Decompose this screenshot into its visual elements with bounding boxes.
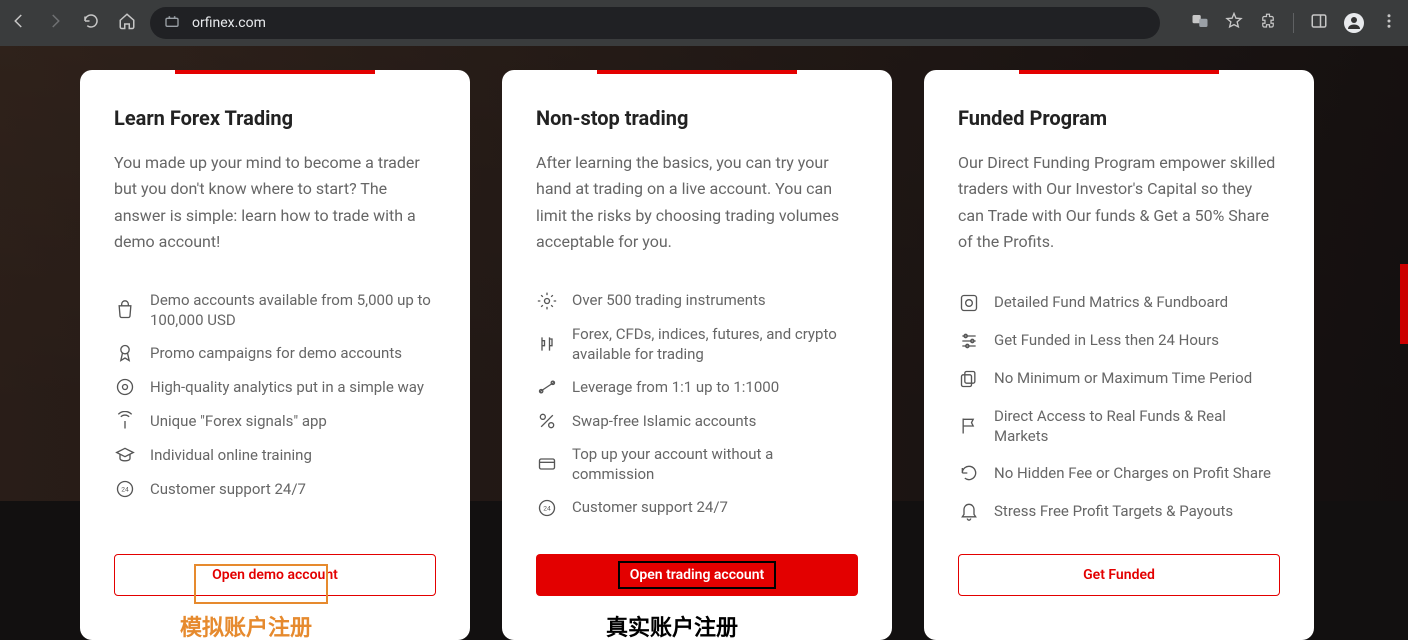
open-trading-button[interactable]: Open trading account <box>536 554 858 596</box>
list-item: No Hidden Fee or Charges on Profit Share <box>958 454 1280 492</box>
card-description: Our Direct Funding Program empower skill… <box>958 150 1280 256</box>
site-info-icon[interactable] <box>164 13 180 33</box>
back-icon[interactable] <box>10 12 28 34</box>
list-item: 24Customer support 24/7 <box>536 491 858 525</box>
list-item: 24Customer support 24/7 <box>114 472 436 506</box>
flag-icon <box>958 415 980 437</box>
card-funded-program: Funded Program Our Direct Funding Progra… <box>924 70 1314 640</box>
card-accent <box>175 70 375 74</box>
card-nonstop-trading: Non-stop trading After learning the basi… <box>502 70 892 640</box>
reload-icon[interactable] <box>82 12 100 34</box>
list-item: Demo accounts available from 5,000 up to… <box>114 284 436 337</box>
list-item: Individual online training <box>114 438 436 472</box>
list-item: Forex, CFDs, indices, futures, and crypt… <box>536 318 858 371</box>
sliders-icon <box>958 330 980 352</box>
open-demo-button[interactable]: Open demo account <box>114 554 436 596</box>
clock-icon: 24 <box>536 497 558 519</box>
card-title: Learn Forex Trading <box>114 106 436 130</box>
get-funded-button[interactable]: Get Funded <box>958 554 1280 596</box>
list-item: Detailed Fund Matrics & Fundboard <box>958 284 1280 322</box>
list-item: Get Funded in Less then 24 Hours <box>958 322 1280 360</box>
button-label: Open trading account <box>618 561 777 589</box>
list-item: Swap-free Islamic accounts <box>536 404 858 438</box>
card-title: Non-stop trading <box>536 106 858 130</box>
percent-icon <box>536 410 558 432</box>
svg-text:24: 24 <box>543 504 551 512</box>
button-label: Get Funded <box>1083 567 1155 583</box>
card-title: Funded Program <box>958 106 1280 130</box>
bell-icon <box>958 500 980 522</box>
page: Learn Forex Trading You made up your min… <box>0 46 1408 640</box>
menu-icon[interactable] <box>1380 12 1398 34</box>
card-learn-forex: Learn Forex Trading You made up your min… <box>80 70 470 640</box>
scroll-indicator[interactable] <box>1400 264 1408 344</box>
cards-row: Learn Forex Trading You made up your min… <box>80 70 1314 640</box>
feature-list: Detailed Fund Matrics & Fundboard Get Fu… <box>958 284 1280 531</box>
url-text: orfinex.com <box>192 15 266 31</box>
profile-avatar[interactable] <box>1344 13 1364 33</box>
candles-icon <box>536 333 558 355</box>
feature-list: Over 500 trading instruments Forex, CFDs… <box>536 284 858 525</box>
annotation-text: 模拟账户注册 <box>180 610 312 640</box>
forward-icon[interactable] <box>46 12 64 34</box>
list-item: No Minimum or Maximum Time Period <box>958 360 1280 398</box>
feature-list: Demo accounts available from 5,000 up to… <box>114 284 436 507</box>
sidepanel-icon[interactable] <box>1310 12 1328 34</box>
antenna-icon <box>114 410 136 432</box>
list-item: Stress Free Profit Targets & Payouts <box>958 492 1280 530</box>
gear-icon <box>536 290 558 312</box>
ribbon-icon <box>114 342 136 364</box>
list-item: Promo campaigns for demo accounts <box>114 336 436 370</box>
copy-icon <box>958 368 980 390</box>
browser-toolbar: orfinex.com <box>0 0 1408 46</box>
graduation-icon <box>114 444 136 466</box>
clock-icon: 24 <box>114 478 136 500</box>
refresh-icon <box>958 462 980 484</box>
svg-text:24: 24 <box>121 486 129 494</box>
home-icon[interactable] <box>118 12 136 34</box>
button-label: Open demo account <box>212 567 338 583</box>
target-icon <box>114 376 136 398</box>
card-description: You made up your mind to become a trader… <box>114 150 436 256</box>
lever-icon <box>536 376 558 398</box>
card-accent <box>1019 70 1219 74</box>
list-item: Over 500 trading instruments <box>536 284 858 318</box>
dashboard-icon <box>958 292 980 314</box>
list-item: Unique "Forex signals" app <box>114 404 436 438</box>
bookmark-icon[interactable] <box>1225 12 1243 34</box>
annotation-text: 真实账户注册 <box>606 610 738 640</box>
list-item: Leverage from 1:1 up to 1:1000 <box>536 370 858 404</box>
list-item: High-quality analytics put in a simple w… <box>114 370 436 404</box>
list-item: Top up your account without a commission <box>536 438 858 491</box>
address-bar[interactable]: orfinex.com <box>150 7 1160 39</box>
card-icon <box>536 453 558 475</box>
card-description: After learning the basics, you can try y… <box>536 150 858 256</box>
extensions-icon[interactable] <box>1259 12 1277 34</box>
translate-icon[interactable] <box>1191 12 1209 34</box>
list-item: Direct Access to Real Funds & Real Marke… <box>958 398 1280 455</box>
card-accent <box>597 70 797 74</box>
toolbar-divider <box>1293 13 1294 33</box>
bag-icon <box>114 299 136 321</box>
